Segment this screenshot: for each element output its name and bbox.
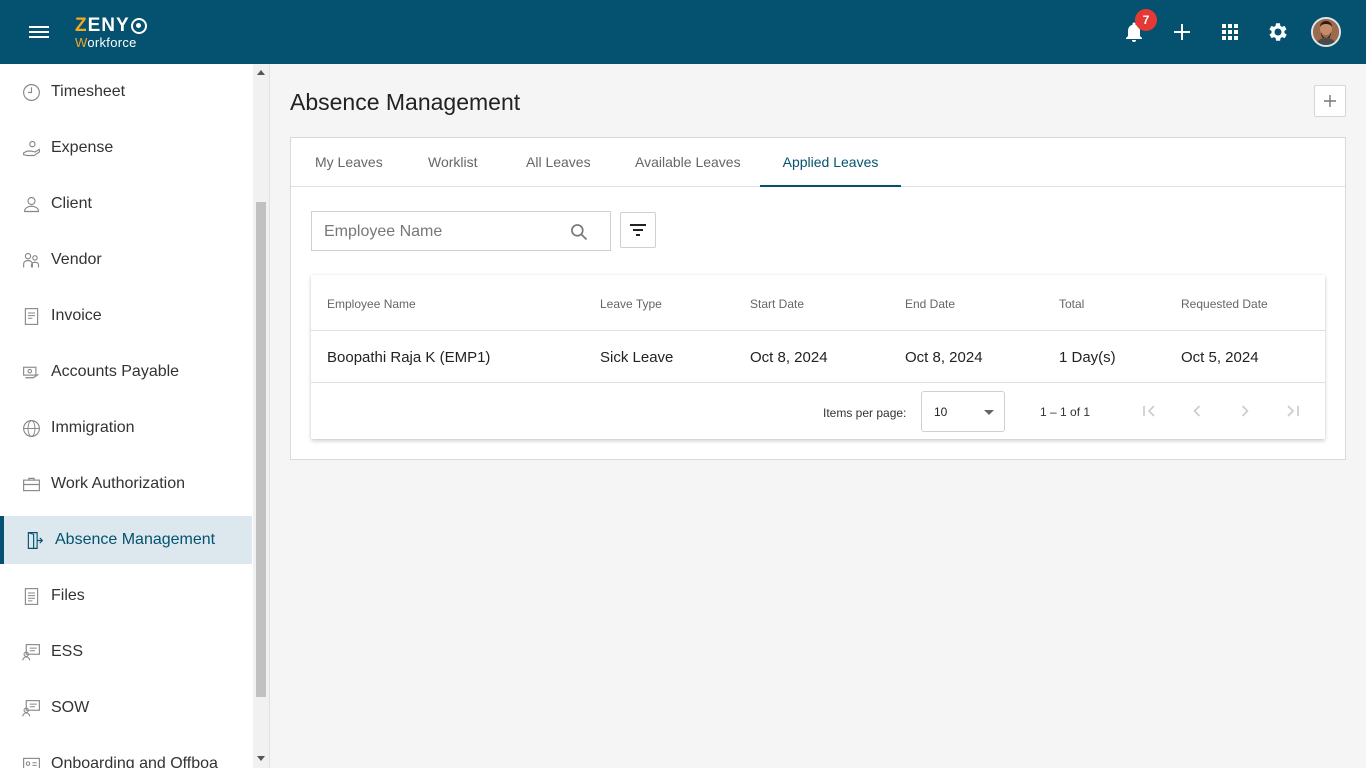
sidebar-item-onboarding[interactable]: Onboarding and Offboa xyxy=(0,740,252,768)
first-page-icon[interactable] xyxy=(1139,401,1159,421)
scroll-up-arrow-icon[interactable] xyxy=(257,70,265,75)
apps-grid-icon[interactable] xyxy=(1218,20,1242,44)
items-per-page-select[interactable]: 10 xyxy=(921,391,1005,432)
monitor-people-icon xyxy=(22,699,40,716)
add-leave-button[interactable] xyxy=(1314,85,1346,117)
plus-icon[interactable] xyxy=(1170,20,1194,44)
sidebar-item-label: Vendor xyxy=(51,251,102,268)
sidebar-item-label: Invoice xyxy=(51,307,102,324)
hand-coin-icon xyxy=(23,140,40,156)
column-header[interactable]: Leave Type xyxy=(600,297,662,311)
sidebar-item-label: Accounts Payable xyxy=(51,363,180,380)
gear-icon[interactable] xyxy=(1266,20,1290,44)
filter-icon xyxy=(630,224,646,236)
person-icon xyxy=(23,196,40,212)
search-icon[interactable] xyxy=(569,222,589,242)
tab-worklist[interactable]: Worklist xyxy=(428,138,478,187)
top-app-bar: Z ENY Workforce 7 xyxy=(0,0,1366,64)
sidebar-item-client[interactable]: Client xyxy=(0,180,252,228)
column-header[interactable]: Employee Name xyxy=(327,297,416,311)
cell-leave-type: Sick Leave xyxy=(600,349,674,366)
chevron-down-icon xyxy=(984,410,994,415)
sidebar-item-ess[interactable]: ESS xyxy=(0,628,252,676)
user-avatar[interactable] xyxy=(1311,17,1341,47)
items-per-page-label: Items per page: xyxy=(823,406,907,420)
tab-available-leaves[interactable]: Available Leaves xyxy=(635,138,741,187)
previous-page-icon[interactable] xyxy=(1187,401,1207,421)
tab-applied-leaves[interactable]: Applied Leaves xyxy=(760,138,901,187)
column-header[interactable]: End Date xyxy=(905,297,955,311)
id-card-icon xyxy=(23,757,40,768)
cell-end-date: Oct 8, 2024 xyxy=(905,349,983,366)
tab-my-leaves[interactable]: My Leaves xyxy=(315,138,383,187)
cell-total: 1 Day(s) xyxy=(1059,349,1116,366)
leaves-card: My Leaves Worklist All Leaves Available … xyxy=(290,137,1346,460)
sidebar-item-invoice[interactable]: Invoice xyxy=(0,292,252,340)
column-header[interactable]: Total xyxy=(1059,297,1084,311)
cell-start-date: Oct 8, 2024 xyxy=(750,349,828,366)
paginator: Items per page: 10 1 – 1 of 1 xyxy=(311,383,1325,439)
page-range-label: 1 – 1 of 1 xyxy=(1040,405,1091,419)
sidebar-item-label: Expense xyxy=(51,139,114,156)
sidebar-item-vendor[interactable]: Vendor xyxy=(0,236,252,284)
search-placeholder: Employee Name xyxy=(324,223,443,240)
sidebar-item-label: Immigration xyxy=(51,419,135,436)
column-header[interactable]: Requested Date xyxy=(1181,297,1268,311)
page-title: Absence Management xyxy=(290,89,521,115)
globe-icon xyxy=(23,419,40,437)
logo-text: ENY xyxy=(87,15,130,36)
sidebar-item-label: Absence Management xyxy=(55,531,216,548)
sidebar-item-label: Files xyxy=(51,587,85,604)
tab-all-leaves[interactable]: All Leaves xyxy=(526,138,591,187)
payment-icon xyxy=(23,366,39,378)
cell-employee-name: Boopathi Raja K (EMP1) xyxy=(327,349,491,366)
last-page-icon[interactable] xyxy=(1283,401,1303,421)
sidebar-item-label: SOW xyxy=(51,699,90,716)
sidebar-item-label: Timesheet xyxy=(51,83,126,100)
sidebar-item-timesheet[interactable]: Timesheet xyxy=(0,68,252,116)
clock-icon xyxy=(23,83,40,101)
sidebar-item-label: Client xyxy=(51,195,92,212)
plus-icon xyxy=(1324,95,1336,107)
sidebar-item-immigration[interactable]: Immigration xyxy=(0,404,252,452)
notification-badge: 7 xyxy=(1135,9,1157,31)
vendor-icon xyxy=(23,252,40,267)
sidebar-item-expense[interactable]: Expense xyxy=(0,124,252,172)
sidebar-item-label: Onboarding and Offboa xyxy=(51,755,218,768)
briefcase-icon xyxy=(23,477,40,491)
monitor-people-icon xyxy=(22,643,40,660)
app-logo[interactable]: Z ENY Workforce xyxy=(75,16,147,49)
sidebar-item-accounts-payable[interactable]: Accounts Payable xyxy=(0,348,252,396)
file-icon xyxy=(24,587,39,605)
table-row[interactable]: Boopathi Raja K (EMP1) Sick Leave Oct 8,… xyxy=(311,331,1325,383)
sidebar-item-sow[interactable]: SOW xyxy=(0,684,252,732)
tab-bar: My Leaves Worklist All Leaves Available … xyxy=(291,138,1345,187)
items-per-page-value: 10 xyxy=(934,405,948,419)
sidebar: Timesheet Expense Client Vendor Invoice … xyxy=(0,64,270,768)
menu-icon[interactable] xyxy=(29,23,51,41)
table-header-row: Employee Name Leave Type Start Date End … xyxy=(311,275,1325,331)
sidebar-item-files[interactable]: Files xyxy=(0,572,252,620)
scroll-down-arrow-icon[interactable] xyxy=(257,756,265,761)
column-header[interactable]: Start Date xyxy=(750,297,804,311)
exit-door-icon xyxy=(27,531,44,549)
applied-leaves-table: Employee Name Leave Type Start Date End … xyxy=(311,275,1325,439)
sidebar-item-absence-management[interactable]: Absence Management xyxy=(0,516,252,564)
filter-button[interactable] xyxy=(620,212,656,248)
sidebar-item-label: ESS xyxy=(51,643,84,660)
sidebar-scroll-thumb[interactable] xyxy=(256,202,266,697)
sidebar-item-work-authorization[interactable]: Work Authorization xyxy=(0,460,252,508)
sidebar-item-label: Work Authorization xyxy=(51,475,185,492)
cell-requested-date: Oct 5, 2024 xyxy=(1181,349,1259,366)
logo-subtitle: Workforce xyxy=(75,35,137,50)
next-page-icon[interactable] xyxy=(1235,401,1255,421)
employee-search-input[interactable]: Employee Name xyxy=(311,211,611,251)
invoice-icon xyxy=(24,307,39,325)
